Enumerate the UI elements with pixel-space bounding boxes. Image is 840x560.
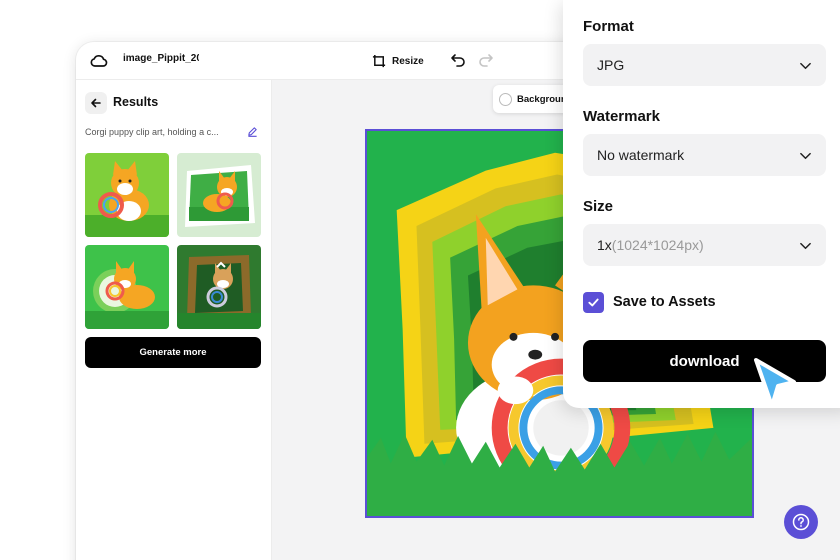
undo-icon[interactable] bbox=[450, 52, 466, 68]
format-label: Format bbox=[583, 18, 634, 35]
result-thumbnail-1[interactable] bbox=[85, 153, 169, 237]
question-icon bbox=[792, 513, 810, 531]
format-select[interactable]: JPG bbox=[583, 44, 826, 86]
results-title: Results bbox=[113, 95, 159, 109]
size-detail: (1024*1024px) bbox=[611, 237, 704, 253]
back-button[interactable] bbox=[85, 92, 107, 114]
prompt-text: Corgi puppy clip art, holding a c... bbox=[85, 127, 219, 137]
watermark-label: Watermark bbox=[583, 108, 660, 125]
watermark-value: No watermark bbox=[597, 147, 685, 163]
generate-more-button[interactable]: Generate more bbox=[85, 337, 261, 368]
result-thumbnail-4[interactable] bbox=[177, 245, 261, 329]
size-value: 1x bbox=[597, 237, 612, 253]
arrow-left-icon bbox=[91, 98, 101, 108]
chevron-down-icon bbox=[800, 152, 811, 160]
resize-button[interactable]: Resize bbox=[372, 50, 424, 72]
cursor-pointer-icon bbox=[754, 358, 796, 408]
document-title[interactable]: image_Pippit_20 bbox=[123, 53, 199, 64]
background-swatch-icon bbox=[499, 92, 512, 106]
save-to-assets-checkbox[interactable] bbox=[583, 292, 604, 313]
size-select[interactable]: 1x (1024*1024px) bbox=[583, 224, 826, 266]
help-button[interactable] bbox=[784, 505, 818, 539]
pencil-icon[interactable] bbox=[247, 126, 258, 137]
checkmark-icon bbox=[588, 298, 599, 307]
save-to-assets-label[interactable]: Save to Assets bbox=[613, 294, 716, 310]
download-panel: Format JPG Watermark No watermark Size 1… bbox=[563, 0, 840, 408]
resize-label: Resize bbox=[392, 55, 424, 67]
cloud-icon[interactable] bbox=[89, 51, 109, 71]
chevron-down-icon bbox=[800, 242, 811, 250]
resize-icon bbox=[372, 54, 386, 67]
result-thumbnail-2[interactable] bbox=[177, 153, 261, 237]
redo-icon[interactable] bbox=[478, 52, 494, 68]
format-value: JPG bbox=[597, 57, 625, 73]
chevron-down-icon bbox=[800, 62, 811, 70]
size-label: Size bbox=[583, 198, 614, 215]
watermark-select[interactable]: No watermark bbox=[583, 134, 826, 176]
result-thumbnail-3[interactable] bbox=[85, 245, 169, 329]
results-sidebar: Results Corgi puppy clip art, holding a … bbox=[76, 80, 272, 560]
